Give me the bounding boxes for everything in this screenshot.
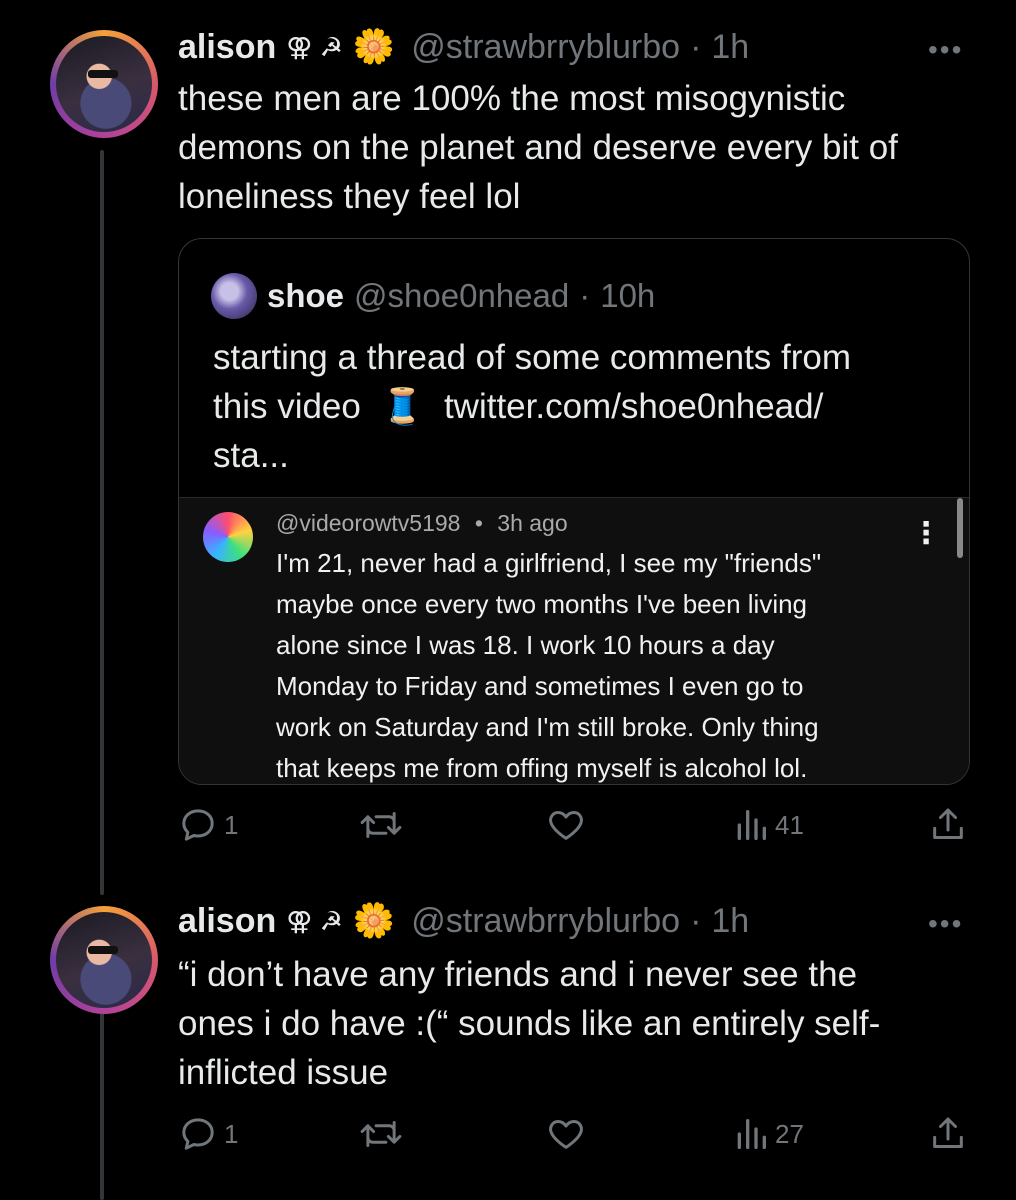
quote-text-line: starting a thread of some comments from	[213, 338, 852, 377]
tweet-text-line: demons on the planet and deserve every b…	[178, 128, 898, 167]
share-button[interactable]	[928, 1114, 968, 1154]
heart-icon	[549, 811, 583, 840]
retweet-icon	[360, 812, 402, 838]
separator: ·	[690, 901, 702, 940]
share-icon	[933, 808, 963, 839]
tweet-text-line: “i don’t have any friends and i never se…	[178, 955, 858, 994]
avatar[interactable]	[50, 906, 158, 1014]
tweet-text-line: loneliness they feel lol	[178, 177, 521, 216]
views-button[interactable]: 41	[733, 805, 804, 845]
share-icon	[933, 1117, 963, 1148]
reply-count: 1	[224, 809, 239, 840]
retweet-button[interactable]	[358, 805, 404, 845]
commenter-avatar	[203, 512, 253, 562]
comment-time: 3h ago	[497, 510, 568, 536]
quote-tweet-card[interactable]: shoe @shoe0nhead · 10h starting a thread…	[178, 238, 970, 785]
retweet-button[interactable]	[358, 1114, 404, 1154]
comment-text: I'm 21, never had a girlfriend, I see my…	[276, 543, 936, 784]
retweet-icon	[360, 1121, 402, 1147]
separator: ·	[579, 277, 591, 314]
tweet-text-line: these men are 100% the most misogynistic	[178, 79, 846, 118]
commenter-handle: @videorowtv5198	[276, 510, 461, 536]
quote-author-name: shoe	[267, 277, 345, 314]
reply-button[interactable]: 1	[178, 1114, 238, 1154]
views-icon	[737, 810, 766, 840]
quote-avatar	[211, 273, 257, 319]
quote-text: starting a thread of some comments from …	[213, 333, 953, 480]
thread-spool-icon: 🧵	[380, 387, 425, 426]
heart-icon	[549, 1120, 583, 1149]
comment-line: maybe once every two months I've been li…	[276, 589, 808, 619]
tweet-text: these men are 100% the most misogynistic…	[178, 74, 978, 221]
quote-timestamp: 10h	[600, 277, 656, 314]
reply-icon	[182, 1118, 214, 1150]
reply-icon	[182, 809, 214, 841]
quote-text-line: this video 🧵 twitter.com/shoe0nhead/	[213, 382, 953, 431]
scrollbar	[957, 498, 963, 558]
flower-icon: 🌼	[352, 28, 396, 66]
comment-line: Monday to Friday and sometimes I even go…	[276, 671, 804, 701]
reply-button[interactable]: 1	[178, 805, 238, 845]
author-name[interactable]: alison	[178, 28, 276, 67]
author-badge-symbols: ⚢ ☭	[286, 905, 343, 936]
comment-line: that keeps me from offing myself is alco…	[276, 753, 808, 783]
tweet-text-line: inflicted issue	[178, 1053, 389, 1092]
author-badge-symbols: ⚢ ☭	[286, 31, 343, 62]
quote-header: shoe @shoe0nhead · 10h	[211, 273, 655, 319]
tweet[interactable]: alison ⚢ ☭ 🌼 @strawbrryblurbo · 1h ••• “…	[0, 880, 1016, 1200]
views-icon	[737, 1119, 766, 1149]
comment-meta: @videorowtv5198 • 3h ago	[276, 510, 568, 537]
comment-line: alone since I was 18. I work 10 hours a …	[276, 630, 775, 660]
views-count: 41	[775, 809, 804, 840]
tweet-header: alison ⚢ ☭ 🌼 @strawbrryblurbo · 1h	[178, 24, 749, 70]
quote-text-fragment: this video	[213, 387, 361, 426]
tweet[interactable]: alison ⚢ ☭ 🌼 @strawbrryblurbo · 1h ••• t…	[0, 0, 1016, 880]
flower-icon: 🌼	[352, 902, 396, 940]
tweet-header: alison ⚢ ☭ 🌼 @strawbrryblurbo · 1h	[178, 898, 749, 944]
author-handle[interactable]: @strawbrryblurbo	[411, 902, 680, 941]
quote-link[interactable]: twitter.com/shoe0nhead/	[444, 387, 823, 426]
views-button[interactable]: 27	[733, 1114, 804, 1154]
timestamp[interactable]: 1h	[711, 28, 749, 67]
share-button[interactable]	[928, 805, 968, 845]
more-options-icon[interactable]: •••	[928, 34, 963, 66]
views-count: 27	[775, 1118, 804, 1149]
tweet-text-line: ones i do have :(“ sounds like an entire…	[178, 1004, 881, 1043]
tweet-text: “i don’t have any friends and i never se…	[178, 950, 998, 1097]
like-button[interactable]	[545, 805, 587, 845]
quote-text-line: sta...	[213, 436, 289, 475]
avatar[interactable]	[50, 30, 158, 138]
quote-author-handle: @shoe0nhead	[354, 277, 570, 314]
author-name[interactable]: alison	[178, 902, 276, 941]
like-button[interactable]	[545, 1114, 587, 1154]
comment-line: work on Saturday and I'm still broke. On…	[276, 712, 819, 742]
author-handle[interactable]: @strawbrryblurbo	[411, 28, 680, 67]
separator: •	[474, 510, 483, 536]
embedded-comment-image[interactable]: @videorowtv5198 • 3h ago ⋮ I'm 21, never…	[179, 497, 969, 784]
comment-line: I'm 21, never had a girlfriend, I see my…	[276, 548, 822, 578]
more-options-icon[interactable]: •••	[928, 908, 963, 940]
separator: ·	[690, 27, 702, 66]
timestamp[interactable]: 1h	[711, 902, 749, 941]
reply-count: 1	[224, 1118, 239, 1149]
